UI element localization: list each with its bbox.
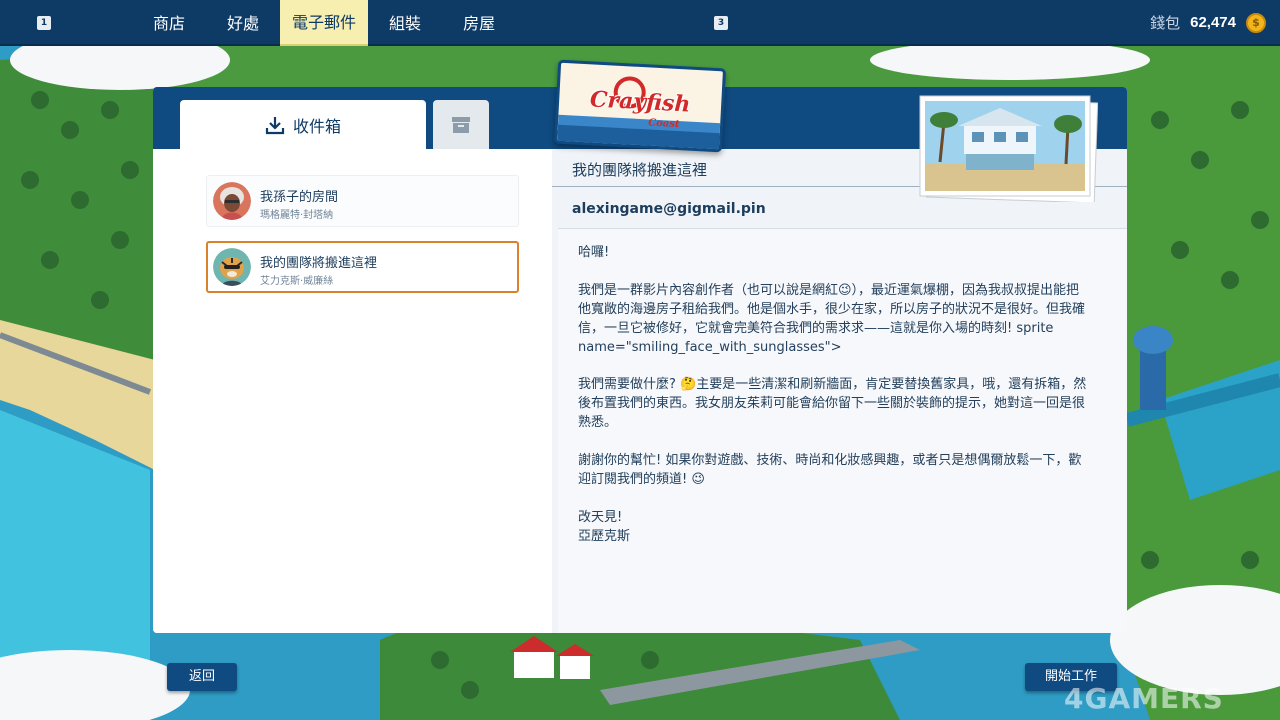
message-reader: 我的團隊將搬進這裡 alexingame@gigmail.pin 哈囉! 我們是…: [552, 149, 1127, 633]
message-paragraph-3: 謝謝你的幫忙! 如果你對遊戲、技術、時尚和化妝感興趣，或者只是想偶爾放鬆一下，歡…: [578, 453, 1082, 487]
tab-inbox[interactable]: 收件箱: [180, 100, 426, 149]
logo-subtitle: Coast: [647, 117, 680, 131]
wallet-amount: 62,474: [1190, 14, 1236, 31]
tab-archive[interactable]: [433, 100, 489, 149]
nav-shop[interactable]: 商店: [132, 0, 206, 46]
message-sender: 瑪格麗特·封塔納: [260, 210, 334, 221]
back-button[interactable]: 返回: [167, 663, 237, 691]
prev-tab-key-hint: 1: [37, 16, 51, 30]
crayfish-coast-logo: Crayfish Coast: [553, 59, 727, 153]
list-item-selected[interactable]: 我的團隊將搬進這裡 艾力克斯·威廉絲: [206, 241, 519, 293]
watermark: 4GAMERS: [1064, 682, 1224, 715]
grandmother-avatar: [213, 182, 251, 220]
list-item[interactable]: 我孫子的房間 瑪格麗特·封塔納: [206, 175, 519, 227]
message-list: 我孫子的房間 瑪格麗特·封塔納 我的團隊將搬進這裡 艾力克斯·威廉絲: [153, 149, 552, 633]
nav-houses[interactable]: 房屋: [442, 0, 516, 46]
message-signoff: 改天見!: [578, 510, 623, 525]
download-tray-icon: [265, 116, 285, 134]
sender-email: alexingame@gigmail.pin: [572, 201, 766, 217]
tiger-avatar: [213, 248, 251, 286]
nav-assembly[interactable]: 組裝: [368, 0, 442, 46]
message-signature: 亞歷克斯: [578, 529, 631, 544]
coin-icon: $: [1246, 12, 1266, 33]
next-tab-key-hint: 3: [714, 16, 728, 30]
message-paragraph-1: 我們是一群影片內容創作者（也可以說是網紅😉），最近運氣爆棚，因為我叔叔提出能把他…: [578, 283, 1086, 355]
message-subject: 我孫子的房間: [260, 190, 339, 205]
wallet-label: 錢包: [1150, 14, 1181, 32]
main-nav: 商店 好處 電子郵件 組裝 房屋: [132, 0, 516, 46]
message-title: 我的團隊將搬進這裡: [572, 161, 708, 179]
tab-inbox-label: 收件箱: [292, 116, 341, 136]
message-sender: 艾力克斯·威廉絲: [260, 276, 334, 287]
top-navigation-bar: 1 商店 好處 電子郵件 組裝 房屋 3 錢包 62,474 $: [0, 0, 1280, 46]
wallet: 錢包 62,474 $: [1150, 12, 1266, 33]
nav-email[interactable]: 電子郵件: [280, 0, 369, 44]
nav-perks[interactable]: 好處: [206, 0, 280, 46]
message-body: 哈囉! 我們是一群影片內容創作者（也可以說是網紅😉），最近運氣爆棚，因為我叔叔提…: [558, 228, 1127, 633]
message-subject: 我的團隊將搬進這裡: [260, 256, 378, 271]
archive-box-icon: [452, 116, 470, 133]
beach-house-photo: [916, 92, 1099, 204]
message-greeting: 哈囉!: [578, 245, 610, 260]
message-paragraph-2: 我們需要做什麼? 🤔主要是一些清潔和刷新牆面，肯定要替換舊家具，哦，還有拆箱，然…: [578, 377, 1087, 430]
